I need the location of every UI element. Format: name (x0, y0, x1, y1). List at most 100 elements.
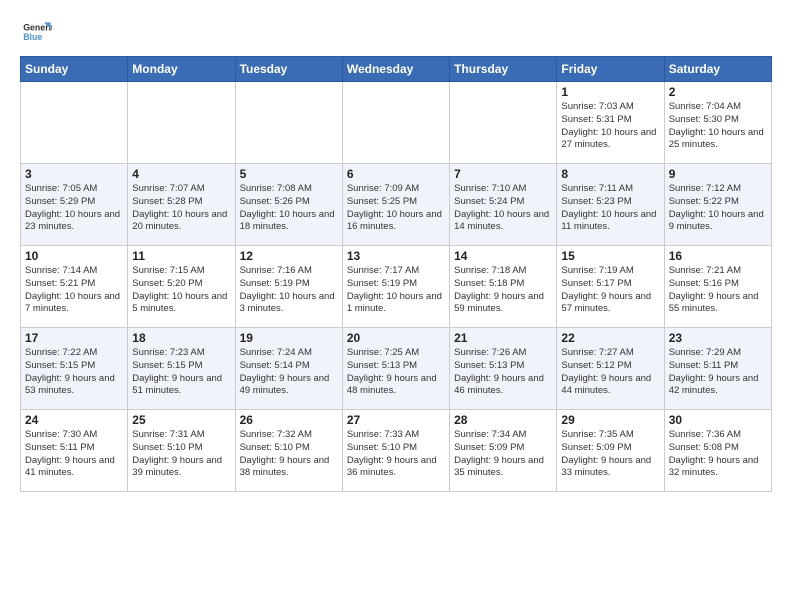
day-info: Sunrise: 7:07 AMSunset: 5:28 PMDaylight:… (132, 183, 230, 234)
header-sunday: Sunday (21, 57, 128, 82)
calendar-cell: 10 Sunrise: 7:14 AMSunset: 5:21 PMDayligh… (21, 246, 128, 328)
day-number: 11 (132, 249, 230, 263)
calendar-cell: 8Sunrise: 7:11 AMSunset: 5:23 PMDaylight… (557, 164, 664, 246)
calendar-cell: 1 Sunrise: 7:03 AMSunset: 5:31 PMDaylight… (557, 82, 664, 164)
day-number: 26 (240, 413, 338, 427)
header-monday: Monday (128, 57, 235, 82)
day-info: Sunrise: 7:15 AMSunset: 5:20 PMDaylight:… (132, 265, 230, 316)
calendar-cell: 5Sunrise: 7:08 AMSunset: 5:26 PMDaylight… (235, 164, 342, 246)
day-info: Sunrise: 7:14 AMSunset: 5:21 PMDaylight:… (25, 265, 123, 316)
day-info: Sunrise: 7:34 AMSunset: 5:09 PMDaylight:… (454, 429, 552, 480)
calendar-week-2: 3 Sunrise: 7:05 AMSunset: 5:29 PMDaylight… (21, 164, 772, 246)
day-info: Sunrise: 7:24 AMSunset: 5:14 PMDaylight:… (240, 347, 338, 398)
logo: General Blue (20, 16, 56, 48)
calendar-cell: 9Sunrise: 7:12 AMSunset: 5:22 PMDaylight… (664, 164, 771, 246)
day-info: Sunrise: 7:16 AMSunset: 5:19 PMDaylight:… (240, 265, 338, 316)
day-number: 16 (669, 249, 767, 263)
header-friday: Friday (557, 57, 664, 82)
day-number: 15 (561, 249, 659, 263)
calendar-cell: 18Sunrise: 7:23 AMSunset: 5:15 PMDayligh… (128, 328, 235, 410)
calendar-cell: 29 Sunrise: 7:35 AMSunset: 5:09 PMDayligh… (557, 410, 664, 492)
day-info: Sunrise: 7:18 AMSunset: 5:18 PMDaylight:… (454, 265, 552, 316)
calendar-cell: 21 Sunrise: 7:26 AMSunset: 5:13 PMDayligh… (450, 328, 557, 410)
day-number: 20 (347, 331, 445, 345)
calendar-cell: 6 Sunrise: 7:09 AMSunset: 5:25 PMDaylight… (342, 164, 449, 246)
day-number: 24 (25, 413, 123, 427)
calendar-cell: 30 Sunrise: 7:36 AMSunset: 5:08 PMDayligh… (664, 410, 771, 492)
calendar-cell: 16 Sunrise: 7:21 AMSunset: 5:16 PMDayligh… (664, 246, 771, 328)
calendar-cell: 20 Sunrise: 7:25 AMSunset: 5:13 PMDayligh… (342, 328, 449, 410)
calendar-cell: 19 Sunrise: 7:24 AMSunset: 5:14 PMDayligh… (235, 328, 342, 410)
day-info: Sunrise: 7:32 AMSunset: 5:10 PMDaylight:… (240, 429, 338, 480)
logo-icon: General Blue (20, 16, 52, 48)
day-info: Sunrise: 7:09 AMSunset: 5:25 PMDaylight:… (347, 183, 445, 234)
day-info: Sunrise: 7:17 AMSunset: 5:19 PMDaylight:… (347, 265, 445, 316)
day-info: Sunrise: 7:22 AMSunset: 5:15 PMDaylight:… (25, 347, 123, 398)
day-number: 25 (132, 413, 230, 427)
day-info: Sunrise: 7:11 AMSunset: 5:23 PMDaylight:… (561, 183, 659, 234)
day-info: Sunrise: 7:33 AMSunset: 5:10 PMDaylight:… (347, 429, 445, 480)
header-thursday: Thursday (450, 57, 557, 82)
day-info: Sunrise: 7:03 AMSunset: 5:31 PMDaylight:… (561, 101, 659, 152)
day-info: Sunrise: 7:25 AMSunset: 5:13 PMDaylight:… (347, 347, 445, 398)
calendar-table: Sunday Monday Tuesday Wednesday Thursday… (20, 56, 772, 492)
day-info: Sunrise: 7:05 AMSunset: 5:29 PMDaylight:… (25, 183, 123, 234)
calendar-cell: 12Sunrise: 7:16 AMSunset: 5:19 PMDayligh… (235, 246, 342, 328)
day-info: Sunrise: 7:35 AMSunset: 5:09 PMDaylight:… (561, 429, 659, 480)
calendar-cell: 25Sunrise: 7:31 AMSunset: 5:10 PMDayligh… (128, 410, 235, 492)
day-number: 23 (669, 331, 767, 345)
day-number: 6 (347, 167, 445, 181)
day-number: 14 (454, 249, 552, 263)
calendar-cell: 27 Sunrise: 7:33 AMSunset: 5:10 PMDayligh… (342, 410, 449, 492)
calendar-header-row: Sunday Monday Tuesday Wednesday Thursday… (21, 57, 772, 82)
calendar-week-5: 24Sunrise: 7:30 AMSunset: 5:11 PMDayligh… (21, 410, 772, 492)
day-info: Sunrise: 7:12 AMSunset: 5:22 PMDaylight:… (669, 183, 767, 234)
calendar-cell: 4 Sunrise: 7:07 AMSunset: 5:28 PMDaylight… (128, 164, 235, 246)
calendar-cell: 3 Sunrise: 7:05 AMSunset: 5:29 PMDaylight… (21, 164, 128, 246)
day-number: 10 (25, 249, 123, 263)
day-number: 30 (669, 413, 767, 427)
calendar-cell: 26 Sunrise: 7:32 AMSunset: 5:10 PMDayligh… (235, 410, 342, 492)
calendar-cell (450, 82, 557, 164)
day-number: 4 (132, 167, 230, 181)
header-saturday: Saturday (664, 57, 771, 82)
day-number: 3 (25, 167, 123, 181)
calendar-cell: 2Sunrise: 7:04 AMSunset: 5:30 PMDaylight… (664, 82, 771, 164)
header-wednesday: Wednesday (342, 57, 449, 82)
calendar-cell: 15 Sunrise: 7:19 AMSunset: 5:17 PMDayligh… (557, 246, 664, 328)
day-number: 13 (347, 249, 445, 263)
day-info: Sunrise: 7:23 AMSunset: 5:15 PMDaylight:… (132, 347, 230, 398)
page: General Blue Sunday Monday Tuesday Wedne… (0, 0, 792, 612)
header-tuesday: Tuesday (235, 57, 342, 82)
calendar-cell: 28 Sunrise: 7:34 AMSunset: 5:09 PMDayligh… (450, 410, 557, 492)
day-number: 28 (454, 413, 552, 427)
day-info: Sunrise: 7:19 AMSunset: 5:17 PMDaylight:… (561, 265, 659, 316)
calendar-cell: 17 Sunrise: 7:22 AMSunset: 5:15 PMDayligh… (21, 328, 128, 410)
calendar-week-3: 10 Sunrise: 7:14 AMSunset: 5:21 PMDayligh… (21, 246, 772, 328)
calendar-cell: 7 Sunrise: 7:10 AMSunset: 5:24 PMDaylight… (450, 164, 557, 246)
calendar-cell: 11 Sunrise: 7:15 AMSunset: 5:20 PMDayligh… (128, 246, 235, 328)
day-info: Sunrise: 7:29 AMSunset: 5:11 PMDaylight:… (669, 347, 767, 398)
calendar-week-1: 1 Sunrise: 7:03 AMSunset: 5:31 PMDaylight… (21, 82, 772, 164)
day-number: 19 (240, 331, 338, 345)
day-info: Sunrise: 7:36 AMSunset: 5:08 PMDaylight:… (669, 429, 767, 480)
day-number: 7 (454, 167, 552, 181)
calendar-cell (128, 82, 235, 164)
calendar-cell (21, 82, 128, 164)
day-number: 21 (454, 331, 552, 345)
svg-text:Blue: Blue (23, 32, 42, 42)
day-number: 5 (240, 167, 338, 181)
day-number: 22 (561, 331, 659, 345)
day-number: 1 (561, 85, 659, 99)
day-info: Sunrise: 7:26 AMSunset: 5:13 PMDaylight:… (454, 347, 552, 398)
day-number: 27 (347, 413, 445, 427)
day-info: Sunrise: 7:21 AMSunset: 5:16 PMDaylight:… (669, 265, 767, 316)
day-number: 29 (561, 413, 659, 427)
calendar-cell (235, 82, 342, 164)
header: General Blue (20, 16, 772, 48)
day-info: Sunrise: 7:27 AMSunset: 5:12 PMDaylight:… (561, 347, 659, 398)
calendar-cell: 22 Sunrise: 7:27 AMSunset: 5:12 PMDayligh… (557, 328, 664, 410)
day-info: Sunrise: 7:10 AMSunset: 5:24 PMDaylight:… (454, 183, 552, 234)
day-number: 17 (25, 331, 123, 345)
calendar-week-4: 17 Sunrise: 7:22 AMSunset: 5:15 PMDayligh… (21, 328, 772, 410)
